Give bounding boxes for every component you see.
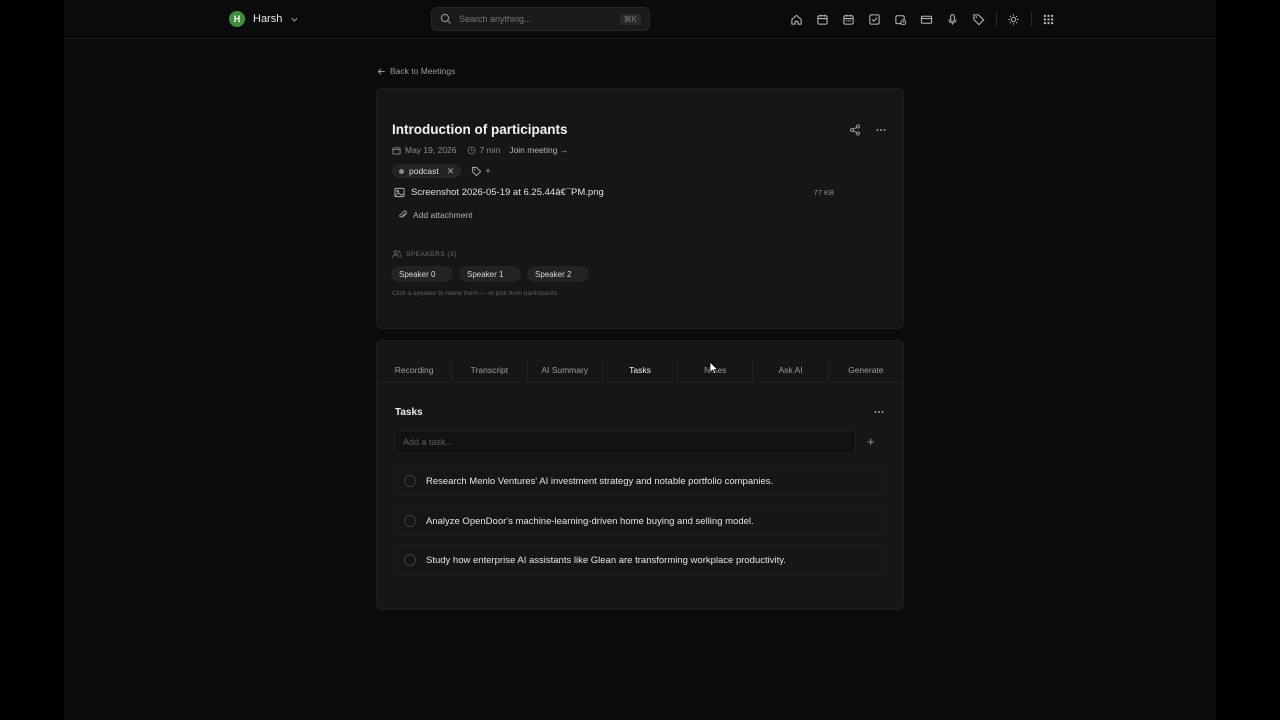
tag-label: podcast xyxy=(409,166,439,176)
users-icon xyxy=(392,250,402,258)
mouse-cursor-icon xyxy=(709,361,719,375)
page-title: Introduction of participants xyxy=(392,122,568,137)
tab-generate[interactable]: Generate xyxy=(829,357,903,383)
meeting-duration: 7 min xyxy=(479,145,501,155)
speakers-heading-label: SPEAKERS (3) xyxy=(406,250,457,258)
meeting-card: Introduction of participants May 19, 202… xyxy=(376,88,904,329)
add-attachment-label: Add attachment xyxy=(413,210,473,220)
tag-dot xyxy=(399,168,404,174)
add-task-input[interactable] xyxy=(394,430,856,454)
tag-list: podcast ✕ + xyxy=(392,164,491,178)
sun-icon[interactable] xyxy=(1005,11,1021,27)
task-item[interactable]: Research Menlo Ventures' AI investment s… xyxy=(394,466,886,496)
paperclip-icon xyxy=(399,210,408,218)
microphone-icon[interactable] xyxy=(944,11,960,27)
more-options-icon[interactable] xyxy=(875,124,887,136)
join-meeting-link[interactable]: Join meeting → xyxy=(509,145,568,155)
calendar-clock-icon[interactable] xyxy=(892,11,908,27)
meeting-date: May 19, 2026 xyxy=(405,145,457,155)
calendar-grid-icon[interactable] xyxy=(840,11,856,27)
user-menu[interactable]: H Harsh xyxy=(229,11,299,27)
tag-icon xyxy=(472,166,482,176)
attachment-row[interactable]: Screenshot 2026-05-19 at 6.25.44â€¯PM.pn… xyxy=(394,187,834,198)
toolbar-divider xyxy=(1031,12,1032,26)
tasks-more-icon[interactable] xyxy=(873,406,885,418)
tab-ask-ai[interactable]: Ask AI xyxy=(753,357,829,383)
arrow-left-icon xyxy=(377,67,385,75)
calendar-icon[interactable] xyxy=(814,11,830,27)
share-icon[interactable] xyxy=(849,124,861,136)
toolbar xyxy=(788,11,1066,27)
search-bar[interactable]: ⌘K xyxy=(431,7,650,31)
avatar[interactable]: H xyxy=(229,11,245,27)
task-checkbox[interactable] xyxy=(404,554,416,566)
search-shortcut-badge: ⌘K xyxy=(619,13,641,25)
top-bar: H Harsh ⌘K xyxy=(64,0,1216,39)
tab-bar: Recording Transcript AI Summary Tasks No… xyxy=(377,357,903,383)
tab-transcript[interactable]: Transcript xyxy=(452,357,528,383)
speaker-chip[interactable]: Speaker 2 xyxy=(527,266,589,282)
card-actions xyxy=(849,124,887,136)
checkbox-icon[interactable] xyxy=(866,11,882,27)
tag-chip[interactable]: podcast ✕ xyxy=(392,164,462,178)
chevron-down-icon[interactable] xyxy=(290,15,299,24)
speakers-hint: Click a speaker to name them — or pick f… xyxy=(392,290,558,297)
task-item[interactable]: Analyze OpenDoor's machine-learning-driv… xyxy=(394,506,886,536)
add-tag-label: + xyxy=(485,166,491,176)
task-checkbox[interactable] xyxy=(404,515,416,527)
task-item[interactable]: Study how enterprise AI assistants like … xyxy=(394,545,886,575)
add-tag-button[interactable]: + xyxy=(471,166,491,177)
tasks-card: Recording Transcript AI Summary Tasks No… xyxy=(376,340,904,610)
task-text[interactable]: Study how enterprise AI assistants like … xyxy=(426,555,786,566)
attachment-name[interactable]: Screenshot 2026-05-19 at 6.25.44â€¯PM.pn… xyxy=(411,187,604,198)
calendar-icon xyxy=(392,146,401,155)
back-link-label[interactable]: Back to Meetings xyxy=(390,66,455,76)
speakers-heading: SPEAKERS (3) xyxy=(392,249,457,259)
back-to-meetings-link[interactable]: Back to Meetings xyxy=(377,66,455,76)
app-window: H Harsh ⌘K Back to Meetings xyxy=(64,0,1216,720)
speaker-chip[interactable]: Speaker 0 xyxy=(391,266,453,282)
tag-icon[interactable] xyxy=(970,11,986,27)
user-name[interactable]: Harsh xyxy=(253,13,282,25)
clock-icon xyxy=(467,146,475,154)
remove-tag-icon[interactable]: ✕ xyxy=(447,166,455,177)
tab-tasks[interactable]: Tasks xyxy=(603,357,679,383)
speaker-chip[interactable]: Speaker 1 xyxy=(459,266,521,282)
task-checkbox[interactable] xyxy=(404,475,416,487)
tasks-heading: Tasks xyxy=(395,407,423,418)
tab-recording[interactable]: Recording xyxy=(377,357,453,383)
tab-ai-summary[interactable]: AI Summary xyxy=(528,357,603,383)
add-task-button[interactable]: + xyxy=(867,434,875,449)
search-input[interactable] xyxy=(459,14,620,24)
card-icon[interactable] xyxy=(918,11,934,27)
task-text[interactable]: Research Menlo Ventures' AI investment s… xyxy=(426,476,773,487)
apps-grid-icon[interactable] xyxy=(1040,11,1056,27)
meeting-meta: May 19, 2026 7 min Join meeting → xyxy=(392,145,568,155)
image-file-icon xyxy=(394,187,405,198)
search-icon xyxy=(440,13,451,24)
add-attachment-button[interactable]: Add attachment xyxy=(398,210,473,220)
speaker-list: Speaker 0 Speaker 1 Speaker 2 xyxy=(391,266,589,282)
task-text[interactable]: Analyze OpenDoor's machine-learning-driv… xyxy=(426,516,754,527)
home-icon[interactable] xyxy=(788,11,804,27)
toolbar-divider xyxy=(996,12,997,26)
attachment-size: 77 KB xyxy=(813,188,834,197)
